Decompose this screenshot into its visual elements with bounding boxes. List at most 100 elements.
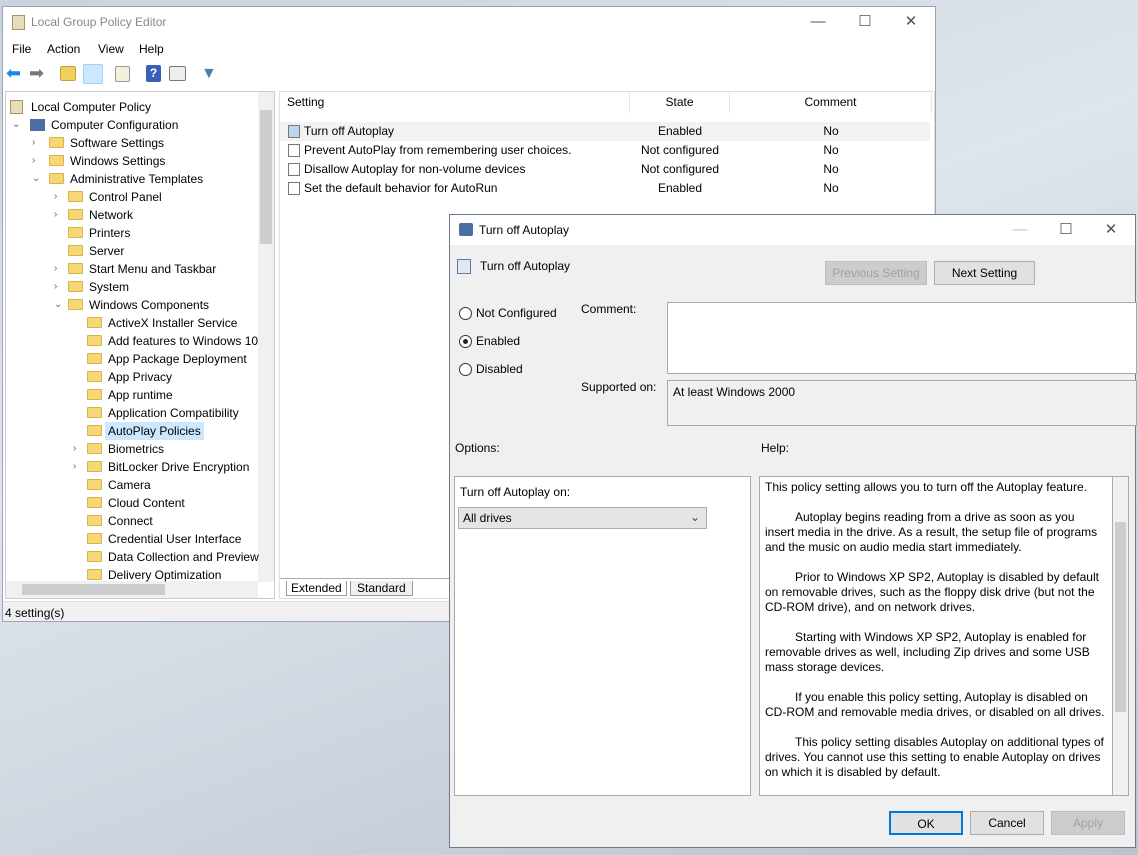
tree-item[interactable]: App Privacy	[6, 368, 258, 386]
forward-icon[interactable]: ➡	[29, 64, 49, 84]
folder-icon	[87, 569, 102, 580]
chevron-right-icon[interactable]: ›	[54, 188, 57, 206]
table-row[interactable]: Prevent AutoPlay from remembering user c…	[280, 141, 930, 160]
tree-item-label: Computer Configuration	[51, 118, 179, 132]
setting-comment: No	[823, 124, 839, 138]
dialog-maximize-button[interactable]: ☐	[1046, 219, 1086, 241]
back-icon[interactable]: ⬅	[6, 64, 26, 84]
export-list-icon[interactable]	[115, 66, 130, 82]
tab-extended[interactable]: Extended	[286, 581, 347, 596]
folder-icon	[49, 173, 64, 184]
apply-button: Apply	[1051, 811, 1125, 835]
tree-item[interactable]: ActiveX Installer Service	[6, 314, 258, 332]
help-icon[interactable]: ?	[146, 65, 161, 82]
radio-enabled[interactable]: Enabled	[459, 334, 520, 349]
tree-item[interactable]: ⌄ Windows Components	[6, 296, 258, 314]
tree-item[interactable]: App Package Deployment	[6, 350, 258, 368]
comment-textarea[interactable]	[667, 302, 1137, 374]
tree-item[interactable]: Connect	[6, 512, 258, 530]
menu-view[interactable]: View	[98, 42, 124, 56]
scroll-thumb[interactable]	[260, 110, 272, 244]
chevron-right-icon[interactable]: ›	[54, 260, 57, 278]
menu-help[interactable]: Help	[139, 42, 164, 56]
filter-icon[interactable]: ▼	[201, 64, 221, 84]
tree-item[interactable]: ⌄ Administrative Templates	[6, 170, 258, 188]
tree-item[interactable]: ⌄ Computer Configuration	[6, 116, 258, 134]
tree-item-label: Server	[89, 244, 125, 258]
close-button[interactable]: ✕	[891, 11, 931, 33]
folder-icon	[68, 209, 83, 220]
tree-item[interactable]: Delivery Optimization	[6, 566, 258, 584]
column-header-comment[interactable]: Comment	[730, 92, 932, 113]
tree-item-label: Windows Components	[89, 298, 210, 312]
tree-item[interactable]: › Software Settings	[6, 134, 258, 152]
tab-standard[interactable]: Standard	[350, 581, 413, 596]
menu-file[interactable]: File	[12, 42, 31, 56]
tree-item[interactable]: Server	[6, 242, 258, 260]
menu-action[interactable]: Action	[47, 42, 80, 56]
folder-icon	[68, 299, 83, 310]
tree-item[interactable]: Add features to Windows 10	[6, 332, 258, 350]
chevron-down-icon[interactable]: ⌄	[54, 296, 62, 314]
chevron-right-icon[interactable]: ›	[32, 152, 35, 170]
radio-disabled[interactable]: Disabled	[459, 362, 523, 377]
tree-item[interactable]: › BitLocker Drive Encryption	[6, 458, 258, 476]
radio-label: Not Configured	[476, 306, 557, 320]
tree-item[interactable]: › Biometrics	[6, 440, 258, 458]
tree-item[interactable]: Data Collection and Preview	[6, 548, 259, 566]
tree-pane: Local Computer Policy ⌄ Computer Configura…	[5, 91, 275, 599]
tree-item[interactable]: › Windows Settings	[6, 152, 258, 170]
table-row[interactable]: Turn off Autoplay Enabled No	[280, 122, 930, 141]
tree-item[interactable]: › System	[6, 278, 258, 296]
show-action-pane-icon[interactable]	[169, 66, 186, 81]
tree-item[interactable]: App runtime	[6, 386, 258, 404]
column-header-state[interactable]: State	[630, 92, 730, 113]
tree-item[interactable]: › Start Menu and Taskbar	[6, 260, 258, 278]
folder-icon	[68, 245, 83, 256]
tree-item[interactable]: › Control Panel	[6, 188, 258, 206]
next-setting-button[interactable]: Next Setting	[934, 261, 1035, 285]
chevron-down-icon[interactable]: ⌄	[12, 116, 20, 134]
folder-icon	[87, 371, 102, 382]
table-row[interactable]: Disallow Autoplay for non-volume devices…	[280, 160, 930, 179]
chevron-right-icon[interactable]: ›	[54, 278, 57, 296]
tree-item[interactable]: AutoPlay Policies	[6, 422, 258, 440]
scroll-thumb[interactable]	[1115, 522, 1126, 712]
dialog-close-button[interactable]: ✕	[1091, 219, 1131, 241]
chevron-right-icon[interactable]: ›	[73, 440, 76, 458]
chevron-right-icon[interactable]: ›	[73, 458, 76, 476]
chevron-right-icon[interactable]: ›	[54, 206, 57, 224]
tree-item[interactable]: › Network	[6, 206, 258, 224]
chevron-down-icon[interactable]: ⌄	[32, 170, 40, 188]
tree-item[interactable]: Credential User Interface	[6, 530, 258, 548]
up-folder-icon[interactable]	[60, 66, 76, 81]
setting-policy-icon	[288, 125, 300, 138]
folder-icon	[87, 461, 102, 472]
tree-item[interactable]: Camera	[6, 476, 258, 494]
tree-item[interactable]: Application Compatibility	[6, 404, 258, 422]
autoplay-drives-dropdown[interactable]: All drives ⌄	[458, 507, 707, 529]
tree-item[interactable]: Local Computer Policy	[6, 98, 258, 116]
comment-label: Comment:	[581, 302, 637, 316]
radio-button[interactable]	[459, 307, 472, 321]
scroll-thumb[interactable]	[22, 584, 165, 595]
tree-item[interactable]: Printers	[6, 224, 258, 242]
show-hide-tree-icon[interactable]	[83, 64, 103, 84]
tree-item-label: App runtime	[108, 388, 173, 402]
table-row[interactable]: Set the default behavior for AutoRun Enab…	[280, 179, 930, 198]
maximize-button[interactable]: ☐	[845, 11, 885, 33]
chevron-right-icon[interactable]: ›	[32, 134, 35, 152]
radio-button[interactable]	[459, 335, 472, 349]
tree-item-label: Application Compatibility	[108, 406, 239, 420]
tree-item[interactable]: Cloud Content	[6, 494, 258, 512]
radio-button[interactable]	[459, 363, 472, 377]
column-header-setting[interactable]: Setting	[280, 92, 630, 113]
tree-item-label: Network	[89, 208, 134, 222]
ok-button[interactable]: OK	[889, 811, 963, 835]
radio-not-configured[interactable]: Not Configured	[459, 306, 557, 321]
minimize-button[interactable]: —	[798, 11, 838, 33]
help-scrollbar[interactable]	[1113, 476, 1129, 796]
setting-state: Not configured	[640, 162, 720, 176]
cancel-button[interactable]: Cancel	[970, 811, 1044, 835]
dialog-minimize-button: —	[1012, 221, 1028, 238]
